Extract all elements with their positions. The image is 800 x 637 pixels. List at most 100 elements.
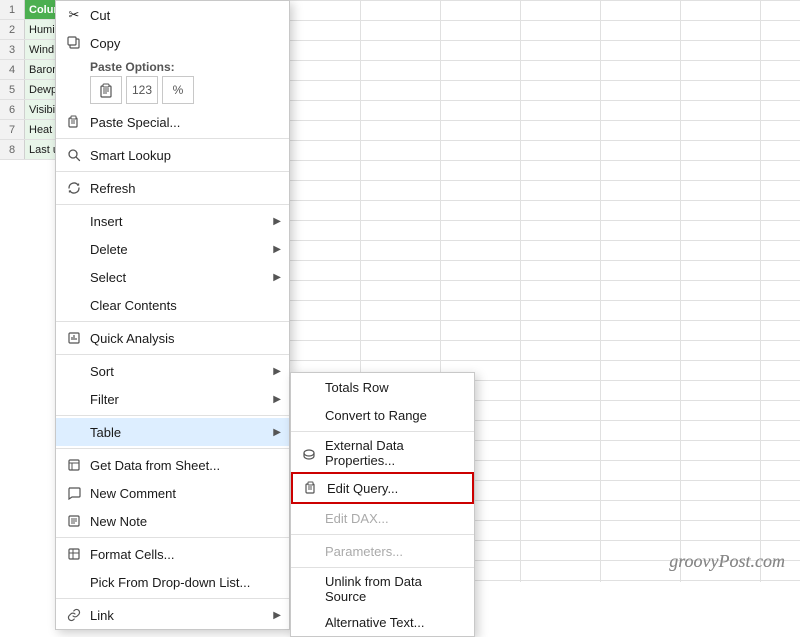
row-number: 5 <box>0 80 25 99</box>
table-submenu[interactable]: Totals Row Convert to Range External Dat… <box>290 372 475 637</box>
menu-item-alternative-text[interactable]: Alternative Text... <box>291 608 474 636</box>
blank-icon <box>64 361 84 381</box>
submenu-arrow-icon: ▶ <box>273 610 281 621</box>
menu-separator <box>56 598 289 599</box>
row-number: 7 <box>0 120 25 139</box>
menu-item-label: Link <box>90 608 273 623</box>
menu-item-unlink[interactable]: Unlink from Data Source <box>291 570 474 608</box>
row-number: 8 <box>0 140 25 159</box>
primary-context-menu[interactable]: ✂ Cut Copy Paste Options: <box>55 0 290 630</box>
menu-item-label: Convert to Range <box>325 408 466 423</box>
menu-item-label: Unlink from Data Source <box>325 574 466 604</box>
menu-item-label: Quick Analysis <box>90 331 281 346</box>
menu-item-convert-to-range[interactable]: Convert to Range <box>291 401 474 429</box>
menu-item-label: Edit DAX... <box>325 511 466 526</box>
blank-icon <box>64 422 84 442</box>
blank-icon <box>299 579 319 599</box>
menu-item-copy[interactable]: Copy <box>56 29 289 57</box>
blank-icon <box>299 612 319 632</box>
menu-separator <box>291 534 474 535</box>
menu-item-label: Get Data from Sheet... <box>90 458 281 473</box>
refresh-icon <box>64 178 84 198</box>
menu-separator <box>291 567 474 568</box>
menu-item-quick-analysis[interactable]: Quick Analysis <box>56 324 289 352</box>
comment-icon <box>64 483 84 503</box>
menu-item-paste-special[interactable]: Paste Special... <box>56 108 289 136</box>
smart-lookup-icon <box>64 145 84 165</box>
blank-icon <box>64 295 84 315</box>
blank-icon <box>299 541 319 561</box>
menu-item-edit-dax[interactable]: Edit DAX... <box>291 504 474 532</box>
menu-item-filter[interactable]: Filter ▶ <box>56 385 289 413</box>
menu-item-label: Totals Row <box>325 380 466 395</box>
menu-item-label: External Data Properties... <box>325 438 466 468</box>
menu-item-label: Delete <box>90 242 273 257</box>
menu-item-label: Pick From Drop-down List... <box>90 575 281 590</box>
menu-item-get-data[interactable]: Get Data from Sheet... <box>56 451 289 479</box>
menu-item-label: Copy <box>90 36 281 51</box>
blank-icon <box>64 267 84 287</box>
menu-separator <box>56 204 289 205</box>
menu-separator <box>291 431 474 432</box>
cut-icon: ✂ <box>64 5 84 25</box>
row-number: 6 <box>0 100 25 119</box>
menu-item-label: New Comment <box>90 486 281 501</box>
menu-item-label: Edit Query... <box>327 481 464 496</box>
row-number: 4 <box>0 60 25 79</box>
menu-item-new-comment[interactable]: New Comment <box>56 479 289 507</box>
menu-item-format-cells[interactable]: Format Cells... <box>56 540 289 568</box>
menu-item-label: Alternative Text... <box>325 615 466 630</box>
menu-item-external-data[interactable]: External Data Properties... <box>291 434 474 472</box>
menu-item-sort[interactable]: Sort ▶ <box>56 357 289 385</box>
menu-separator <box>56 138 289 139</box>
menu-separator <box>56 448 289 449</box>
menu-item-label: Clear Contents <box>90 298 281 313</box>
watermark-text: groovyPost.com <box>669 551 785 572</box>
submenu-arrow-icon: ▶ <box>273 244 281 255</box>
menu-item-table[interactable]: Table ▶ <box>56 418 289 446</box>
menu-separator <box>56 537 289 538</box>
submenu-arrow-icon: ▶ <box>273 216 281 227</box>
menu-item-label: Cut <box>90 8 281 23</box>
submenu-arrow-icon: ▶ <box>273 272 281 283</box>
menu-item-cut[interactable]: ✂ Cut <box>56 1 289 29</box>
menu-item-delete[interactable]: Delete ▶ <box>56 235 289 263</box>
menu-item-edit-query[interactable]: Edit Query... <box>291 472 474 504</box>
menu-item-parameters[interactable]: Parameters... <box>291 537 474 565</box>
menu-item-label: Refresh <box>90 181 281 196</box>
edit-query-icon <box>301 478 321 498</box>
blank-icon <box>64 211 84 231</box>
menu-item-label: Smart Lookup <box>90 148 281 163</box>
menu-item-refresh[interactable]: Refresh <box>56 174 289 202</box>
blank-icon <box>299 508 319 528</box>
copy-icon <box>64 33 84 53</box>
menu-item-pick-dropdown[interactable]: Pick From Drop-down List... <box>56 568 289 596</box>
menu-item-select[interactable]: Select ▶ <box>56 263 289 291</box>
menu-item-new-note[interactable]: New Note <box>56 507 289 535</box>
blank-icon <box>299 377 319 397</box>
menu-item-label: Insert <box>90 214 273 229</box>
menu-item-link[interactable]: Link ▶ <box>56 601 289 629</box>
menu-separator <box>56 415 289 416</box>
menu-item-clear-contents[interactable]: Clear Contents <box>56 291 289 319</box>
paste-icon-value[interactable]: 123 <box>126 76 158 104</box>
row-number: 1 <box>0 0 25 19</box>
menu-item-label: Format Cells... <box>90 547 281 562</box>
menu-item-insert[interactable]: Insert ▶ <box>56 207 289 235</box>
row-number: 3 <box>0 40 25 59</box>
paste-icons-row[interactable]: 123 % <box>56 74 289 108</box>
menu-item-label: Select <box>90 270 273 285</box>
paste-options-label: Paste Options: <box>56 57 289 74</box>
get-data-icon <box>64 455 84 475</box>
format-cells-icon <box>64 544 84 564</box>
blank-icon <box>64 389 84 409</box>
menu-item-smart-lookup[interactable]: Smart Lookup <box>56 141 289 169</box>
menu-item-label: Parameters... <box>325 544 466 559</box>
paste-icon-format[interactable]: % <box>162 76 194 104</box>
paste-icon-clipboard[interactable] <box>90 76 122 104</box>
blank-icon <box>64 572 84 592</box>
menu-item-label: Filter <box>90 392 273 407</box>
menu-item-totals-row[interactable]: Totals Row <box>291 373 474 401</box>
menu-item-label: Table <box>90 425 273 440</box>
submenu-arrow-icon: ▶ <box>273 394 281 405</box>
